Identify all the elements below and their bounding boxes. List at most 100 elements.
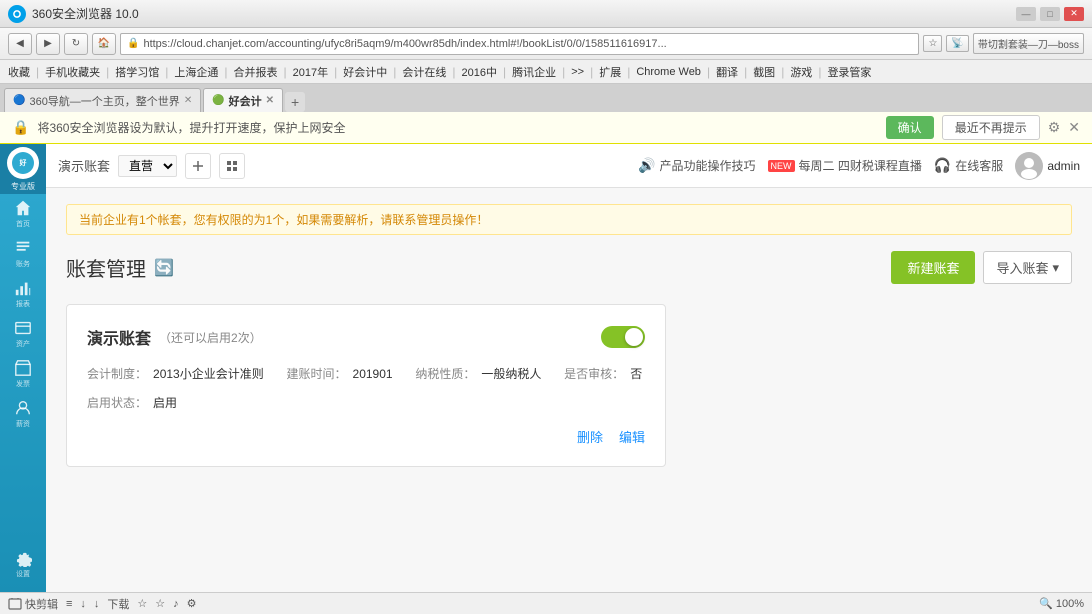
account-card-sub: （还可以启用2次） <box>159 329 262 346</box>
sidebar-edition-label: 专业版 <box>11 181 35 192</box>
sidebar-item-assets[interactable]: 资产 <box>0 314 46 354</box>
statusbar-note[interactable]: ♪ <box>173 598 179 610</box>
add-account-btn[interactable] <box>185 153 211 179</box>
notice-text: 当前企业有1个帐套，您有权限的为1个，如果需要解析，请联系管理员操作！ <box>79 213 488 227</box>
toolbar-extensions[interactable]: 扩展 <box>595 63 625 81</box>
sidebar-item-salary[interactable]: 薪资 <box>0 394 46 434</box>
delete-link[interactable]: 删除 <box>577 427 603 446</box>
tab-360[interactable]: 🔵 360导航—一个主页，整个世界 ✕ <box>4 88 201 112</box>
home-btn[interactable]: 🏠 <box>92 33 116 55</box>
toolbar-2017[interactable]: 2017年 <box>289 63 332 81</box>
tab-accounting[interactable]: 🟢 好会计 ✕ <box>203 88 283 112</box>
sidebar-logo: 好 专业版 <box>0 144 46 194</box>
toolbar-accounting[interactable]: 好会计中 <box>339 63 391 81</box>
user-name: admin <box>1047 159 1080 173</box>
toggle-switch[interactable] <box>601 326 645 348</box>
security-text: 将360安全浏览器设为默认，提升打开速度，保护上网安全 <box>37 119 877 136</box>
window-controls: — □ ✕ <box>1016 7 1084 21</box>
sidebar-assets-label: 资产 <box>16 339 30 349</box>
browser-window: 360安全浏览器 10.0 — □ ✕ ◀ ▶ ↻ 🏠 🔒 https://cl… <box>0 0 1092 614</box>
minimize-btn[interactable]: — <box>1016 7 1036 21</box>
create-date-value: 201901 <box>353 367 393 381</box>
headset-icon: 🎧 <box>934 157 951 174</box>
statusbar-arrow2[interactable]: ↓ <box>94 598 100 610</box>
sidebar-item-home[interactable]: 首页 <box>0 194 46 234</box>
statusbar-download[interactable]: 下载 <box>107 596 129 612</box>
quickclip-label: 快剪辑 <box>25 596 58 612</box>
toolbar-screenshot[interactable]: 截图 <box>749 63 779 81</box>
security-dismiss-btn[interactable]: 最近不再提示 <box>942 115 1040 140</box>
statusbar-menu[interactable]: ≡ <box>66 598 72 610</box>
edit-link[interactable]: 编辑 <box>619 427 645 446</box>
page-title-area: 账套管理 🔄 <box>66 253 174 282</box>
toolbar-translate[interactable]: 翻译 <box>712 63 742 81</box>
sidebar-item-report[interactable]: 报表 <box>0 274 46 314</box>
lock-icon: 🔒 <box>127 38 139 49</box>
toolbar-favorites[interactable]: 收藏 <box>4 63 34 81</box>
star-btn[interactable]: ☆ <box>923 35 942 52</box>
page-content: 当前企业有1个帐套，您有权限的为1个，如果需要解析，请联系管理员操作！ 账套管理… <box>46 188 1092 592</box>
rss-btn[interactable]: 📡 <box>946 35 968 52</box>
status-row: 启用状态： 启用 <box>87 394 645 411</box>
grid-btn[interactable] <box>219 153 245 179</box>
maximize-btn[interactable]: □ <box>1040 7 1060 21</box>
toolbar-merge[interactable]: 合并报表 <box>230 63 282 81</box>
refresh-icon[interactable]: 🔄 <box>154 258 174 278</box>
back-btn[interactable]: ◀ <box>8 33 32 55</box>
new-account-btn[interactable]: 新建账套 <box>891 251 975 284</box>
sidebar-item-invoice[interactable]: 发票 <box>0 354 46 394</box>
statusbar-arrow1[interactable]: ↓ <box>80 598 86 610</box>
bookmark-toolbar: 收藏 | 手机收藏夹 | 搭学习馆 | 上海企通 | 合并报表 | 2017年 … <box>0 60 1092 84</box>
forward-btn[interactable]: ▶ <box>36 33 60 55</box>
status-value: 启用 <box>153 394 177 411</box>
toggle-knob <box>625 328 643 346</box>
account-toggle[interactable] <box>601 326 645 348</box>
accounting-system-value: 2013小企业会计准则 <box>153 365 264 382</box>
switch-btn[interactable]: 带切割套装—刀—boss <box>973 33 1084 54</box>
security-confirm-btn[interactable]: 确认 <box>886 116 934 139</box>
url-text: https://cloud.chanjet.com/accounting/ufy… <box>143 38 912 50</box>
statusbar-gear[interactable]: ⚙ <box>187 597 197 610</box>
status-label: 启用状态： <box>87 394 147 411</box>
toolbar-login[interactable]: 登录管家 <box>823 63 875 81</box>
sidebar-item-journal[interactable]: 账务 <box>0 234 46 274</box>
statusbar-zoom[interactable]: 🔍 100% <box>1039 597 1084 610</box>
notice-bar: 当前企业有1个帐套，您有权限的为1个，如果需要解析，请联系管理员操作！ <box>66 204 1072 235</box>
feature-service[interactable]: 🎧 在线客服 <box>934 157 1003 174</box>
page-actions: 新建账套 导入账套 ▾ <box>891 251 1072 284</box>
feature-service-label: 在线客服 <box>955 157 1003 174</box>
import-account-btn[interactable]: 导入账套 ▾ <box>983 251 1072 284</box>
header-left: 演示账套 直营 <box>58 153 245 179</box>
toolbar-more[interactable]: >> <box>567 65 588 79</box>
new-badge: NEW <box>768 160 795 172</box>
feature-live[interactable]: NEW 每周二 四财税课程直播 <box>768 157 922 174</box>
sidebar-item-settings[interactable]: 设置 <box>0 544 46 584</box>
account-card-header: 演示账套 （还可以启用2次） <box>87 325 645 349</box>
close-btn[interactable]: ✕ <box>1064 7 1084 21</box>
toolbar-tencent[interactable]: 腾讯企业 <box>508 63 560 81</box>
address-bar[interactable]: 🔒 https://cloud.chanjet.com/accounting/u… <box>120 33 919 55</box>
window-title: 360安全浏览器 10.0 <box>32 5 1016 22</box>
statusbar-quickclip[interactable]: 快剪辑 <box>8 596 58 612</box>
security-gear-icon[interactable]: ⚙ <box>1048 119 1061 136</box>
toolbar-mobile[interactable]: 手机收藏夹 <box>41 63 104 81</box>
toolbar-2016[interactable]: 2016中 <box>457 63 500 81</box>
toolbar-online[interactable]: 会计在线 <box>398 63 450 81</box>
feature-tips[interactable]: 🔊 产品功能操作技巧 <box>638 157 755 174</box>
tab-accounting-close[interactable]: ✕ <box>266 95 274 106</box>
import-account-label: 导入账套 <box>996 258 1048 277</box>
toolbar-chrome[interactable]: Chrome Web <box>632 65 705 79</box>
tab-360-close[interactable]: ✕ <box>184 95 192 106</box>
security-close-icon[interactable]: ✕ <box>1068 119 1080 136</box>
statusbar-star2[interactable]: ☆ <box>155 597 165 610</box>
account-info: 会计制度： 2013小企业会计准则 建账时间： 201901 纳税性质： 一般纳… <box>87 365 645 382</box>
left-sidebar: 好 专业版 首页 账务 报表 资产 <box>0 144 46 592</box>
refresh-btn[interactable]: ↻ <box>64 33 88 55</box>
account-select[interactable]: 直营 <box>118 155 177 177</box>
toolbar-games[interactable]: 游戏 <box>786 63 816 81</box>
toolbar-shanghai[interactable]: 上海企通 <box>170 63 222 81</box>
tab-add-btn[interactable]: + <box>285 92 305 112</box>
create-date-label: 建账时间： <box>287 365 347 382</box>
toolbar-study[interactable]: 搭学习馆 <box>111 63 163 81</box>
statusbar-star[interactable]: ☆ <box>137 597 147 610</box>
